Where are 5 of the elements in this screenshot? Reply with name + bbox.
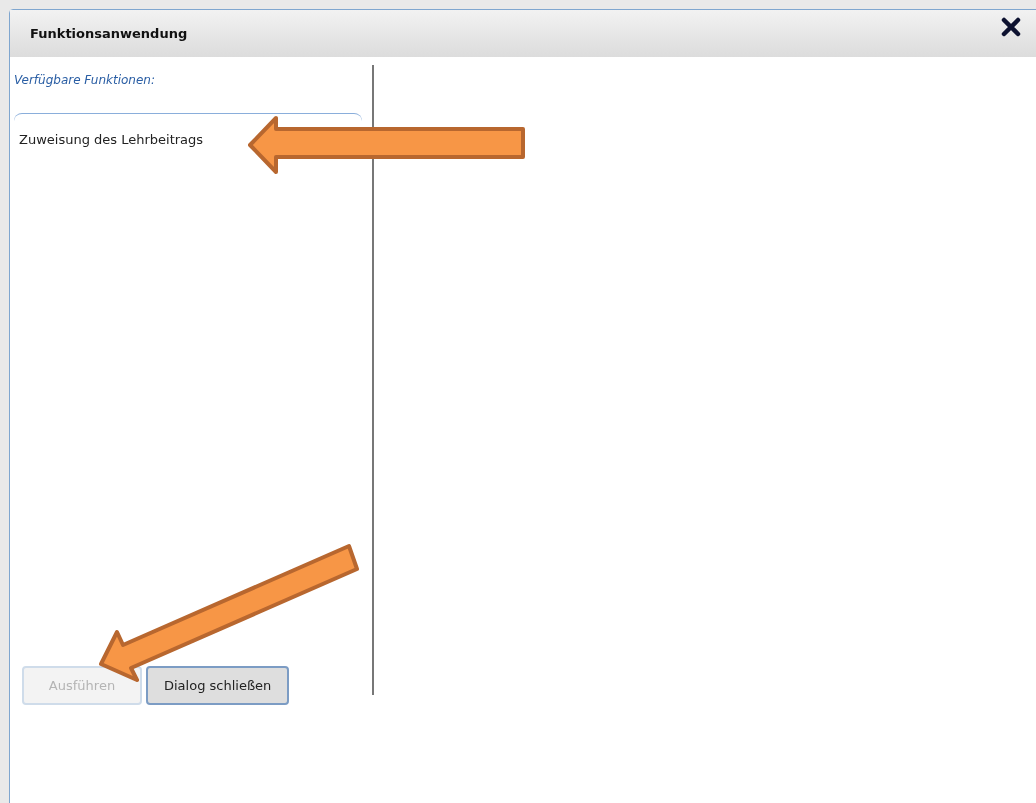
- function-item[interactable]: Zuweisung des Lehrbeitrags: [14, 114, 209, 147]
- close-icon[interactable]: [1001, 16, 1021, 37]
- close-dialog-button[interactable]: Dialog schließen: [146, 666, 290, 705]
- dialog-title: Funktionsanwendung: [30, 26, 188, 41]
- functions-label: Verfügbare Funktionen:: [14, 73, 156, 87]
